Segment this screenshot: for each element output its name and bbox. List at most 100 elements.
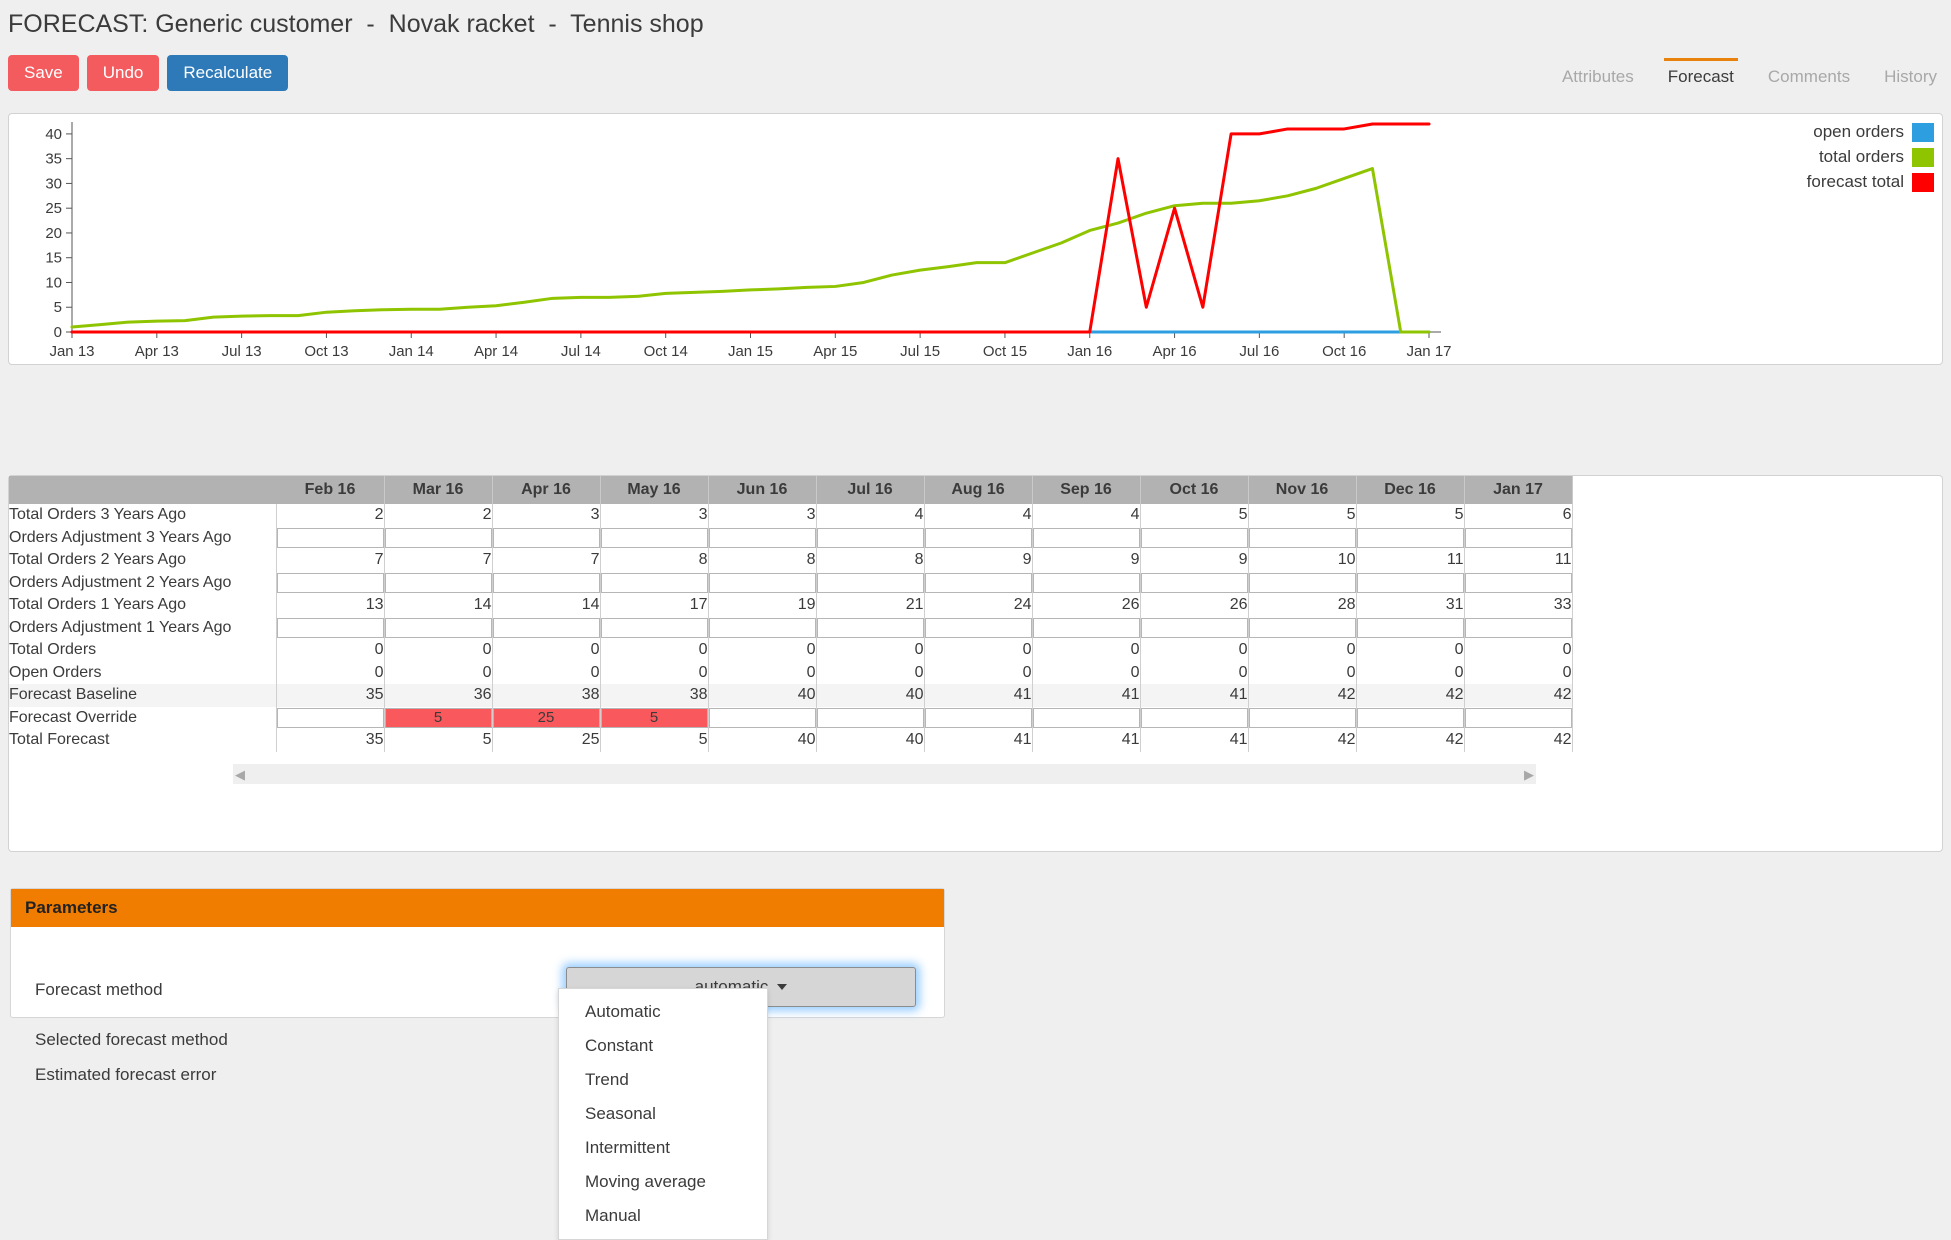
cell-input[interactable] <box>276 617 384 638</box>
cell-input[interactable] <box>1248 617 1356 638</box>
cell-input[interactable] <box>924 527 1032 548</box>
table-input-cell[interactable] <box>1032 526 1141 549</box>
table-input-cell[interactable] <box>600 616 709 639</box>
cell-input[interactable] <box>492 527 600 548</box>
cell-input[interactable] <box>1032 707 1140 728</box>
cell-input[interactable] <box>1032 617 1140 638</box>
cell-input[interactable] <box>384 707 492 728</box>
table-input-cell[interactable] <box>924 526 1033 549</box>
table-horizontal-scrollbar[interactable]: ◀ ▶ <box>233 764 1536 784</box>
cell-input[interactable] <box>1356 527 1464 548</box>
cell-input[interactable] <box>492 572 600 593</box>
table-input-cell[interactable] <box>1356 616 1465 639</box>
cell-input[interactable] <box>1032 527 1140 548</box>
table-input-cell[interactable] <box>924 616 1033 639</box>
cell-input[interactable] <box>708 707 816 728</box>
table-input-cell[interactable] <box>1464 706 1573 729</box>
cell-input[interactable] <box>276 572 384 593</box>
table-input-cell[interactable] <box>1356 571 1465 594</box>
menu-item-trend[interactable]: Trend <box>559 1063 767 1097</box>
cell-input[interactable] <box>1464 572 1572 593</box>
cell-input[interactable] <box>1248 572 1356 593</box>
cell-input[interactable] <box>1140 617 1248 638</box>
cell-input[interactable] <box>1464 707 1572 728</box>
table-input-cell[interactable] <box>1032 616 1141 639</box>
table-input-cell[interactable] <box>384 616 493 639</box>
cell-input[interactable] <box>816 707 924 728</box>
table-input-cell[interactable] <box>708 706 817 729</box>
table-input-cell[interactable] <box>708 616 817 639</box>
tab-comments[interactable]: Comments <box>1764 58 1854 97</box>
table-input-cell[interactable] <box>1464 526 1573 549</box>
cell-input[interactable] <box>384 572 492 593</box>
table-input-cell[interactable] <box>1248 706 1357 729</box>
menu-item-seasonal[interactable]: Seasonal <box>559 1097 767 1131</box>
menu-item-constant[interactable]: Constant <box>559 1029 767 1063</box>
cell-input[interactable] <box>924 617 1032 638</box>
cell-input[interactable] <box>816 617 924 638</box>
table-input-cell[interactable] <box>816 571 925 594</box>
table-input-cell[interactable] <box>924 571 1033 594</box>
cell-input[interactable] <box>492 707 600 728</box>
table-input-cell[interactable] <box>276 526 385 549</box>
table-input-cell[interactable] <box>276 571 385 594</box>
table-input-cell[interactable] <box>276 616 385 639</box>
cell-input[interactable] <box>600 707 708 728</box>
menu-item-moving-average[interactable]: Moving average <box>559 1165 767 1199</box>
cell-input[interactable] <box>1248 707 1356 728</box>
tab-attributes[interactable]: Attributes <box>1558 58 1638 97</box>
cell-input[interactable] <box>384 617 492 638</box>
cell-input[interactable] <box>1356 617 1464 638</box>
table-input-cell[interactable] <box>1356 706 1465 729</box>
cell-input[interactable] <box>708 527 816 548</box>
table-input-cell[interactable] <box>1248 616 1357 639</box>
cell-input[interactable] <box>1248 527 1356 548</box>
table-input-cell[interactable] <box>1464 571 1573 594</box>
cell-input[interactable] <box>816 527 924 548</box>
save-button[interactable]: Save <box>8 55 79 91</box>
cell-input[interactable] <box>1356 572 1464 593</box>
table-input-cell[interactable] <box>492 571 601 594</box>
table-input-cell[interactable] <box>816 526 925 549</box>
cell-input[interactable] <box>924 572 1032 593</box>
table-input-cell[interactable] <box>1464 616 1573 639</box>
menu-item-manual[interactable]: Manual <box>559 1199 767 1233</box>
table-input-cell[interactable] <box>924 706 1033 729</box>
cell-input[interactable] <box>708 617 816 638</box>
table-input-cell[interactable] <box>1032 571 1141 594</box>
menu-item-automatic[interactable]: Automatic <box>559 995 767 1029</box>
table-input-cell[interactable] <box>600 571 709 594</box>
cell-input[interactable] <box>1356 707 1464 728</box>
table-input-cell[interactable] <box>384 571 493 594</box>
cell-input[interactable] <box>816 572 924 593</box>
table-input-cell[interactable] <box>384 706 493 729</box>
cell-input[interactable] <box>1140 527 1248 548</box>
table-input-cell[interactable] <box>816 616 925 639</box>
table-input-cell[interactable] <box>1140 526 1249 549</box>
table-input-cell[interactable] <box>1356 526 1465 549</box>
cell-input[interactable] <box>600 617 708 638</box>
table-input-cell[interactable] <box>600 526 709 549</box>
undo-button[interactable]: Undo <box>86 55 160 91</box>
table-input-cell[interactable] <box>1032 706 1141 729</box>
table-input-cell[interactable] <box>1140 706 1249 729</box>
table-input-cell[interactable] <box>816 706 925 729</box>
cell-input[interactable] <box>492 617 600 638</box>
table-input-cell[interactable] <box>1248 526 1357 549</box>
cell-input[interactable] <box>1032 572 1140 593</box>
cell-input[interactable] <box>1464 617 1572 638</box>
cell-input[interactable] <box>384 527 492 548</box>
table-input-cell[interactable] <box>1248 571 1357 594</box>
table-input-cell[interactable] <box>1140 616 1249 639</box>
forecast-chart[interactable]: 0 5 10 15 20 25 30 35 40 Jan 13 Apr 13 Jul 13 Oct 13… <box>9 114 1942 364</box>
table-input-cell[interactable] <box>384 526 493 549</box>
scroll-right-arrow-icon[interactable]: ▶ <box>1524 768 1534 781</box>
cell-input[interactable] <box>1464 527 1572 548</box>
cell-input[interactable] <box>276 707 384 728</box>
table-input-cell[interactable] <box>708 571 817 594</box>
cell-input[interactable] <box>276 527 384 548</box>
table-input-cell[interactable] <box>492 526 601 549</box>
tab-forecast[interactable]: Forecast <box>1663 58 1738 97</box>
table-input-cell[interactable] <box>600 706 709 729</box>
table-input-cell[interactable] <box>1140 571 1249 594</box>
